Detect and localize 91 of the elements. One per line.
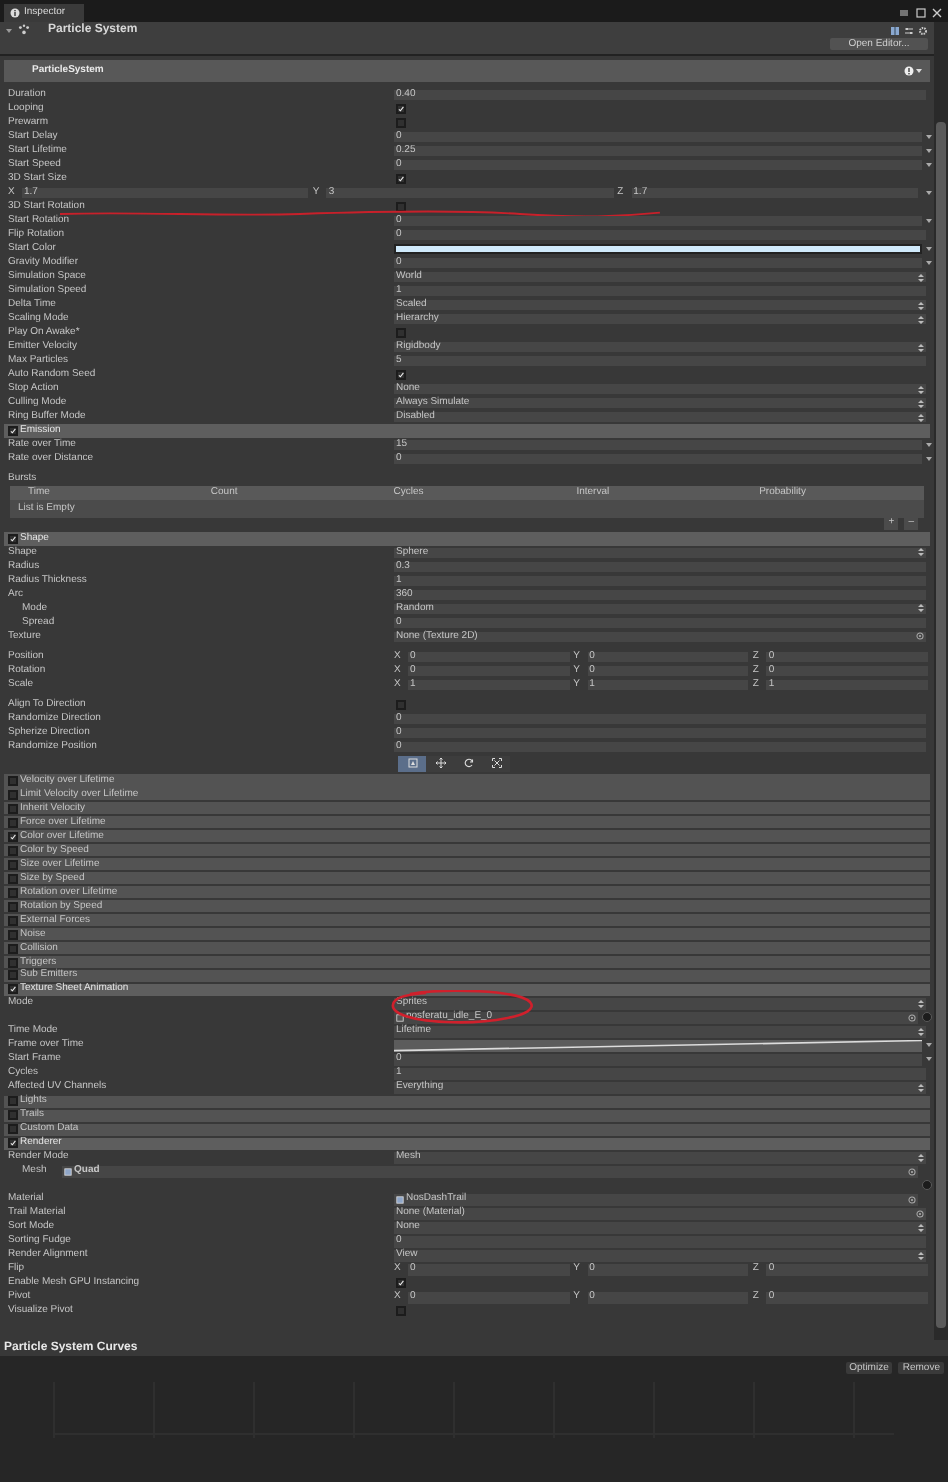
dropdown-arrows-icon [918,385,924,393]
check-icon [398,1278,404,1289]
asset-icon [64,1167,72,1176]
checkbox[interactable] [396,202,406,212]
checkbox[interactable] [8,831,18,842]
color-field[interactable] [394,243,922,255]
particle-icon [18,24,30,36]
scale-button[interactable] [482,755,510,772]
checkbox[interactable] [8,1138,18,1149]
dropdown-arrows-icon [918,343,924,351]
rotate-icon [463,758,473,769]
checkbox[interactable] [396,370,406,380]
checkbox[interactable] [396,104,406,114]
checkbox[interactable] [8,533,18,544]
checkbox[interactable] [396,174,406,184]
checkbox[interactable] [8,803,18,814]
dropdown-arrows-icon [918,1083,924,1092]
checkbox[interactable] [8,1096,18,1107]
close-icon[interactable] [932,8,942,18]
scale-icon [491,758,501,769]
dropdown-arrow-icon[interactable] [916,68,922,74]
dropdown-arrows-icon [918,1027,924,1036]
checkbox[interactable] [8,775,18,786]
move-icon [435,758,445,769]
checkbox[interactable] [8,984,18,995]
dropdown-arrow-icon[interactable] [926,148,932,154]
checkbox[interactable] [8,901,18,912]
checkbox[interactable] [396,699,406,710]
help-icon[interactable] [904,66,914,76]
check-icon [10,1138,16,1149]
check-icon [398,104,404,114]
menu-icon[interactable] [898,8,910,18]
dropdown-arrow-icon[interactable] [926,260,932,266]
move-button[interactable] [426,755,454,772]
checkbox[interactable] [396,118,406,128]
dropdown-arrows-icon [918,301,924,309]
dropdown-arrows-icon [918,413,924,421]
dropdown-arrow-icon[interactable] [926,246,932,252]
foldout-arrow-icon[interactable] [6,27,12,33]
scrollbar[interactable] [934,22,948,1340]
shape-edit-icon [407,758,417,769]
sliders-icon[interactable] [904,25,914,35]
checkbox[interactable] [396,1278,406,1289]
checkbox[interactable] [8,970,18,981]
dropdown-arrows-icon [918,999,924,1008]
checkbox[interactable] [8,817,18,828]
checkbox[interactable] [8,943,18,954]
dropdown-arrow-icon[interactable] [926,218,932,224]
check-icon [10,533,16,544]
dropdown-arrows-icon [918,1251,924,1260]
checkbox[interactable] [396,1306,406,1317]
circle-icon[interactable] [922,1180,932,1191]
check-icon [10,984,16,995]
curve-icon [394,1040,922,1052]
checkbox[interactable] [8,887,18,898]
checkbox[interactable] [8,873,18,884]
check-icon [398,370,404,380]
dropdown-arrows-icon [918,315,924,323]
dropdown-arrow-icon[interactable] [926,162,932,168]
target-icon[interactable] [908,1013,916,1022]
checkbox[interactable] [8,425,18,436]
dropdown-arrows-icon [918,273,924,281]
checkbox[interactable] [8,1110,18,1121]
maximize-icon[interactable] [916,8,926,18]
curve-field[interactable] [394,1040,922,1052]
target-icon[interactable] [916,632,924,641]
check-icon [398,174,404,184]
dropdown-arrows-icon [918,1223,924,1232]
circle-icon[interactable] [922,1012,932,1023]
checkbox[interactable] [396,328,406,338]
checkbox[interactable] [8,957,18,968]
info-icon [10,8,20,18]
checkbox[interactable] [8,1124,18,1135]
checkbox[interactable] [8,789,18,800]
target-icon[interactable] [908,1167,916,1176]
dropdown-arrows-icon [918,604,924,613]
check-icon [10,831,16,842]
dropdown-arrow-icon[interactable] [926,134,932,140]
checkbox[interactable] [8,845,18,856]
checkbox[interactable] [8,859,18,870]
checkbox[interactable] [8,915,18,926]
dropdown-arrows-icon [918,399,924,407]
checkbox[interactable] [8,929,18,940]
asset-icon [396,1013,404,1022]
asset-icon [396,1195,404,1204]
settings-icon[interactable] [918,25,928,35]
dropdown-arrows-icon [918,548,924,557]
dropdown-arrow-icon[interactable] [926,190,932,196]
shape-edit-button[interactable] [398,755,426,772]
check-icon [10,425,16,436]
dropdown-arrows-icon [918,1153,924,1162]
